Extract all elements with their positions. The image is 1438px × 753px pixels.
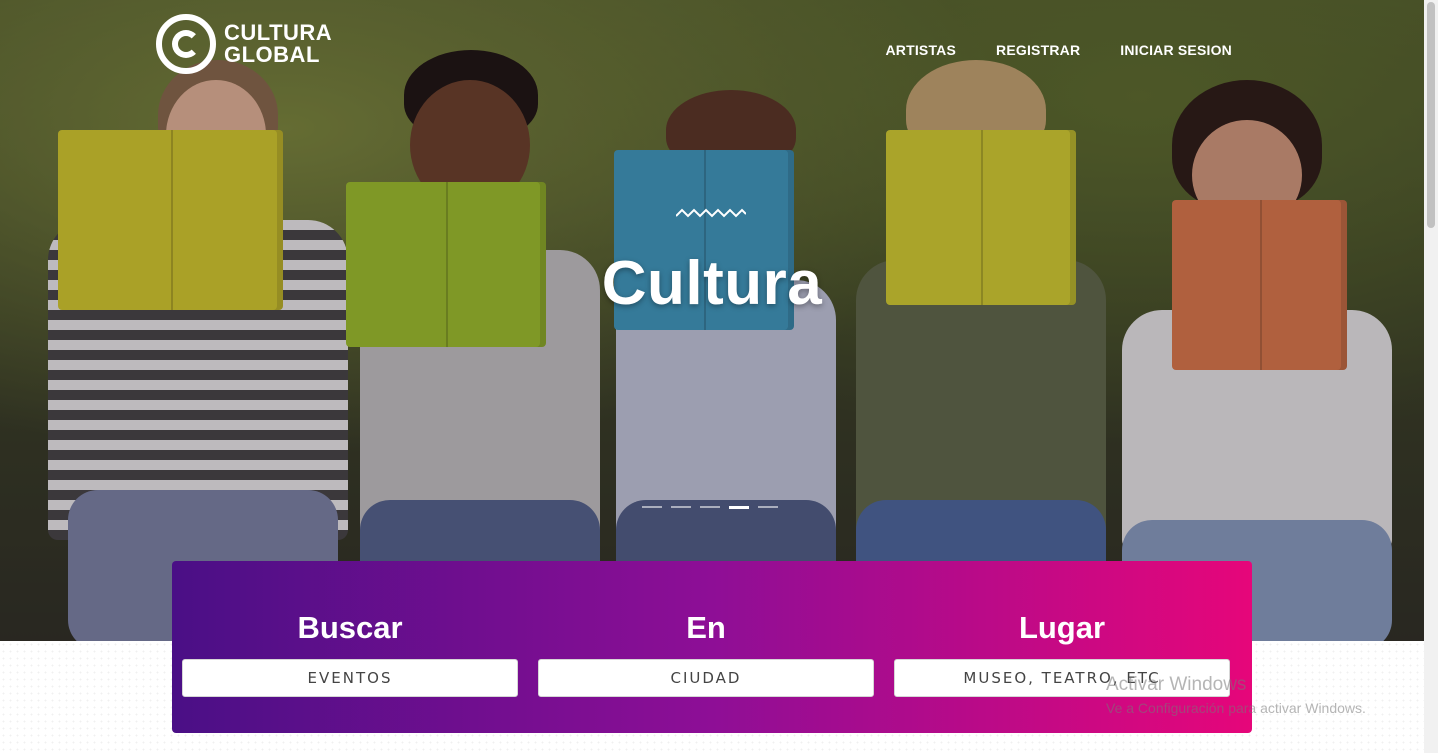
logo-line-1: CULTURA: [224, 20, 333, 45]
carousel-dot-4-active[interactable]: [729, 505, 749, 509]
watermark-subtitle: Ve a Configuración para activar Windows.: [1106, 700, 1366, 716]
page: CULTURA GLOBAL ARTISTAS REGISTRAR INICIA…: [0, 0, 1438, 753]
hero-title: Cultura: [601, 249, 823, 318]
carousel-indicators: [642, 505, 778, 509]
search-column-buscar: Buscar: [182, 609, 518, 697]
search-label-buscar: Buscar: [297, 610, 403, 645]
search-label-lugar: Lugar: [1018, 610, 1106, 645]
wave-divider-icon: [676, 208, 746, 218]
main-nav: ARTISTAS REGISTRAR INICIAR SESION: [885, 42, 1232, 58]
nav-link-iniciar-sesion[interactable]: INICIAR SESION: [1120, 42, 1232, 58]
hero-overlay: [0, 0, 1424, 641]
page-scrollbar[interactable]: [1424, 0, 1438, 753]
carousel-dot-3[interactable]: [700, 506, 720, 508]
windows-activation-watermark: Activar Windows Ve a Configuración para …: [1106, 674, 1366, 716]
nav-link-registrar[interactable]: REGISTRAR: [996, 42, 1080, 58]
search-column-en: En: [538, 609, 874, 697]
site-logo[interactable]: CULTURA GLOBAL: [156, 14, 332, 74]
carousel-dot-1[interactable]: [642, 506, 662, 508]
globe-logo-icon: [156, 14, 216, 74]
nav-link-artistas[interactable]: ARTISTAS: [885, 42, 956, 58]
hero-banner: CULTURA GLOBAL ARTISTAS REGISTRAR INICIA…: [0, 0, 1424, 641]
carousel-dot-5[interactable]: [758, 506, 778, 508]
carousel-dot-2[interactable]: [671, 506, 691, 508]
watermark-title: Activar Windows: [1106, 674, 1247, 695]
search-input-eventos[interactable]: [182, 659, 518, 697]
search-label-en: En: [686, 610, 726, 645]
search-input-ciudad[interactable]: [538, 659, 874, 697]
search-panel: Buscar En Lugar: [172, 561, 1252, 733]
logo-text: CULTURA GLOBAL: [224, 22, 332, 66]
logo-line-2: GLOBAL: [224, 42, 320, 67]
scrollbar-thumb[interactable]: [1427, 2, 1435, 228]
